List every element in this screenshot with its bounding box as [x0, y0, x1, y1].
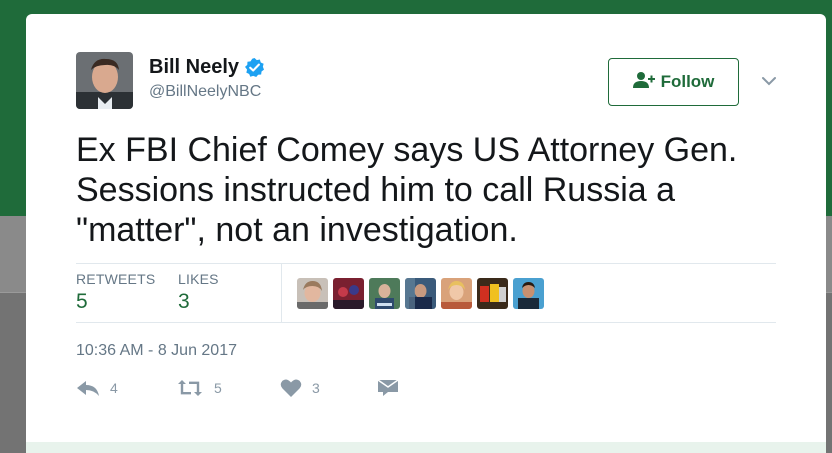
likes-stat[interactable]: LIKES 3 — [178, 271, 219, 314]
retweet-count: 5 — [214, 380, 222, 396]
liker-avatar[interactable] — [441, 278, 472, 309]
liker-avatar[interactable] — [297, 278, 328, 309]
liker-avatars — [297, 278, 544, 309]
author-handle[interactable]: @BillNeelyNBC — [149, 83, 261, 101]
follow-button-label: Follow — [660, 72, 715, 91]
reply-icon — [76, 378, 100, 398]
retweet-icon — [176, 378, 204, 398]
liker-avatar[interactable] — [405, 278, 436, 309]
envelope-icon — [377, 378, 399, 398]
tweet-card: Bill Neely @BillNeelyNBC Follow Ex FBI C… — [26, 14, 826, 453]
follow-button[interactable]: Follow — [608, 58, 739, 106]
tweet-text: Ex FBI Chief Comey says US Attorney Gen.… — [76, 131, 738, 249]
retweets-stat[interactable]: RETWEETS 5 — [76, 271, 155, 314]
tweet-timestamp[interactable]: 10:36 AM - 8 Jun 2017 — [76, 342, 237, 360]
like-count: 3 — [312, 380, 320, 396]
divider — [76, 263, 776, 264]
heart-icon — [280, 378, 302, 398]
liker-avatar[interactable] — [333, 278, 364, 309]
card-footer — [26, 442, 826, 453]
divider — [76, 322, 776, 323]
liker-avatar[interactable] — [513, 278, 544, 309]
chevron-down-icon[interactable] — [760, 72, 778, 90]
author-name-row: Bill Neely — [149, 54, 265, 80]
liker-avatar[interactable] — [369, 278, 400, 309]
liker-avatar[interactable] — [477, 278, 508, 309]
retweets-count: 5 — [76, 290, 88, 313]
author-name[interactable]: Bill Neely — [149, 56, 239, 79]
author-avatar[interactable] — [76, 52, 133, 109]
likes-label: LIKES — [178, 271, 219, 287]
like-button[interactable]: 3 — [280, 378, 320, 398]
reply-button[interactable]: 4 — [76, 378, 118, 398]
retweet-button[interactable]: 5 — [176, 378, 222, 398]
direct-message-button[interactable] — [377, 378, 399, 398]
reply-count: 4 — [110, 380, 118, 396]
likes-count: 3 — [178, 290, 190, 313]
verified-badge-icon — [245, 57, 265, 77]
stats-separator — [281, 263, 282, 322]
add-user-icon — [632, 71, 655, 94]
retweets-label: RETWEETS — [76, 271, 156, 287]
